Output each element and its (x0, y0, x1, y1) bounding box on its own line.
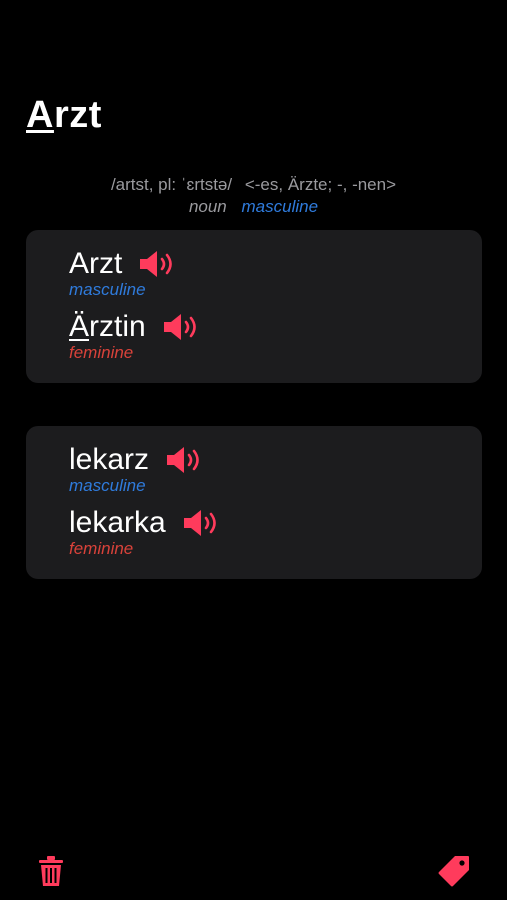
word-rest: rztin (89, 310, 146, 343)
word-entry: Ärztin feminine (69, 309, 202, 363)
part-of-speech: noun (188, 197, 227, 216)
word-text: lekarka (69, 506, 166, 539)
word-gender-label: feminine (69, 343, 134, 362)
word-entry: lekarz masculine (69, 442, 205, 496)
page-title: Arzt (26, 94, 102, 137)
header-gender: masculine (241, 197, 319, 216)
tag-icon[interactable] (437, 854, 471, 888)
word-text: Arzt (69, 247, 123, 280)
title-rest: rzt (53, 94, 102, 136)
word-text: lekarz (69, 443, 150, 476)
trash-icon[interactable] (34, 854, 68, 888)
word-accent-letter: Ä (69, 310, 90, 343)
speaker-icon[interactable] (138, 248, 178, 280)
translation-card-polish: lekarz masculine lekarka feminine (26, 426, 482, 579)
pronunciation-line: /artst, pl: ˈɛrtstə/ <-es, Ärzte; -, -ne… (0, 175, 507, 195)
word-gender-label: feminine (69, 539, 134, 558)
translation-card-german: Arzt masculine Ärztin feminine (26, 230, 482, 383)
speaker-icon[interactable] (162, 311, 202, 343)
word-gender-label: masculine (69, 280, 146, 299)
speaker-icon[interactable] (182, 507, 222, 539)
grammar-line: noun masculine (0, 197, 507, 217)
word-detail-screen: Arzt /artst, pl: ˈɛrtstə/ <-es, Ärzte; -… (0, 0, 507, 900)
word-gender-label: masculine (69, 476, 146, 495)
word-entry: lekarka feminine (69, 505, 222, 559)
word-entry: Arzt masculine (69, 246, 178, 300)
word-text: Ärztin (69, 309, 146, 345)
inflection-info: <-es, Ärzte; -, -nen> (244, 175, 397, 194)
speaker-icon[interactable] (165, 444, 205, 476)
title-accent-letter: A (26, 94, 54, 136)
pronunciation-ipa: /artst, pl: ˈɛrtstə/ (110, 175, 233, 194)
